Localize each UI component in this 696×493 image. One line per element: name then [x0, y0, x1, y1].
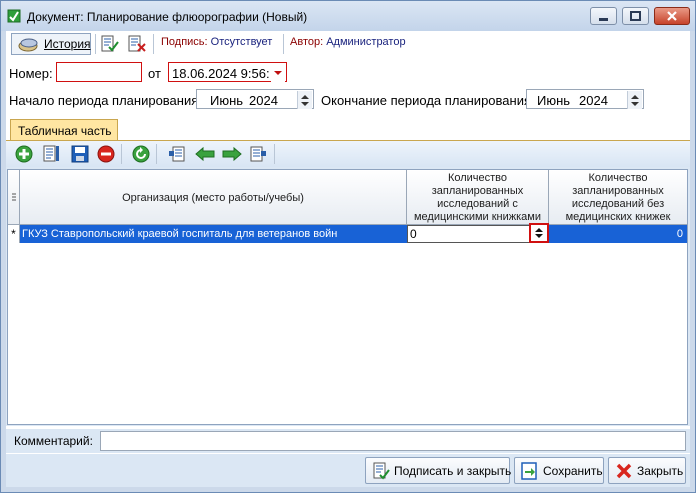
- close-icon: [667, 11, 677, 21]
- period-start-picker[interactable]: Июнь 2024: [196, 89, 314, 109]
- author-info: Автор: Администратор: [290, 36, 406, 48]
- move-right-icon-b[interactable]: [249, 145, 267, 163]
- toolbar-separator: [283, 34, 284, 54]
- arrow-right-icon[interactable]: [222, 146, 242, 162]
- toolbar-separator: [153, 34, 154, 54]
- column-header-line: исследований с: [437, 198, 518, 210]
- signature-label: Подпись:: [161, 36, 208, 48]
- document-window: Документ: Планирование флюорографии (Нов…: [0, 0, 696, 493]
- sign-document-icon: [373, 462, 390, 480]
- author-label: Автор:: [290, 36, 324, 48]
- sign-and-close-button[interactable]: Подписать и закрыть: [365, 457, 512, 484]
- toolbar-separator: [121, 144, 122, 164]
- column-header-line: Количество: [447, 172, 508, 184]
- document-toolbar: История Подпись: Отсутствует Автор: Адми…: [6, 31, 690, 57]
- maximize-button[interactable]: [622, 7, 649, 25]
- period-end-spinner[interactable]: [627, 91, 642, 109]
- table-row[interactable]: * ГКУЗ Ставропольский краевой госпиталь …: [8, 223, 687, 243]
- add-icon[interactable]: [15, 145, 33, 163]
- save-button[interactable]: Сохранить: [514, 457, 604, 484]
- window-title: Документ: Планирование флюорографии (Нов…: [27, 10, 308, 24]
- date-value: 18.06.2024 9:56:: [172, 66, 270, 81]
- table-panel: Организация (место работы/учебы) Количес…: [6, 141, 690, 426]
- table-toolbar: [6, 141, 690, 167]
- cell-with-books-editor[interactable]: 0: [407, 223, 549, 243]
- sign-and-close-label: Подписать и закрыть: [394, 464, 512, 478]
- column-header-line: запланированных: [431, 185, 524, 197]
- minimize-button[interactable]: [590, 7, 617, 25]
- remove-signature-icon[interactable]: [127, 34, 147, 54]
- close-window-button[interactable]: [654, 7, 690, 25]
- row-marker: *: [8, 225, 20, 243]
- number-input[interactable]: [56, 62, 142, 82]
- data-grid[interactable]: Организация (место работы/учебы) Количес…: [7, 169, 688, 425]
- tab-label: Табличная часть: [18, 124, 112, 138]
- spinner-arrows-icon: [535, 228, 543, 238]
- date-dropdown-button[interactable]: [271, 64, 285, 82]
- close-button[interactable]: Закрыть: [608, 457, 686, 484]
- date-input[interactable]: 18.06.2024 9:56:: [168, 62, 287, 82]
- number-label: Номер:: [9, 66, 53, 81]
- column-header-line: запланированных: [572, 185, 664, 197]
- history-button[interactable]: История: [11, 33, 91, 55]
- column-header-label: Организация (место работы/учебы): [122, 192, 304, 204]
- chevron-down-icon: [274, 71, 282, 75]
- signature-value: Отсутствует: [210, 36, 273, 48]
- toolbar-separator: [274, 144, 275, 164]
- spinner-arrows-icon: [301, 95, 309, 106]
- close-label: Закрыть: [637, 464, 684, 478]
- maximize-icon: [630, 11, 641, 21]
- row-selector-header[interactable]: [8, 170, 20, 225]
- move-left-icon-a[interactable]: [168, 145, 186, 163]
- column-header-line: медицинскими книжками: [413, 211, 541, 223]
- column-header-with-books[interactable]: Количество запланированных исследований …: [407, 170, 549, 225]
- app-icon: [7, 9, 21, 23]
- period-start-spinner[interactable]: [297, 91, 312, 109]
- minimize-icon: [599, 18, 608, 21]
- title-bar[interactable]: Документ: Планирование флюорографии (Нов…: [1, 1, 695, 31]
- refresh-icon[interactable]: [132, 145, 150, 163]
- history-label: История: [44, 37, 91, 51]
- document-content: История Подпись: Отсутствует Автор: Адми…: [6, 31, 690, 487]
- period-start-month: Июнь: [210, 93, 244, 108]
- period-end-month: Июнь: [537, 93, 571, 108]
- period-end-picker[interactable]: Июнь 2024: [526, 89, 644, 109]
- column-header-line: Количество: [588, 172, 648, 184]
- cell-without-books[interactable]: 0: [549, 225, 687, 243]
- column-header-without-books[interactable]: Количество запланированных исследований …: [549, 170, 687, 225]
- close-x-icon: [616, 463, 632, 479]
- period-start-label: Начало периода планирования:: [9, 93, 202, 108]
- comment-label: Комментарий:: [14, 434, 93, 448]
- save-label: Сохранить: [543, 464, 603, 478]
- author-value: Администратор: [326, 36, 406, 48]
- date-from-label: от: [148, 66, 161, 81]
- history-icon: [18, 38, 38, 52]
- comment-bar: Комментарий:: [6, 429, 690, 453]
- edit-icon[interactable]: [43, 144, 61, 164]
- spinner-arrows-icon: [631, 95, 639, 106]
- period-start-year: 2024: [249, 93, 278, 108]
- cell-organization[interactable]: ГКУЗ Ставропольский краевой госпиталь дл…: [22, 225, 407, 243]
- period-end-label: Окончание периода планирования:: [321, 93, 535, 108]
- button-bar: Подписать и закрыть Сохранить Закрыть: [6, 454, 690, 487]
- column-header-line: медицинских книжек: [565, 211, 671, 223]
- period-end-year: 2024: [579, 93, 608, 108]
- save-row-icon[interactable]: [71, 145, 89, 163]
- arrow-left-icon[interactable]: [195, 146, 215, 162]
- column-header-organization[interactable]: Организация (место работы/учебы): [20, 170, 407, 225]
- sign-document-icon[interactable]: [100, 34, 120, 54]
- with-books-spinner[interactable]: [529, 223, 549, 243]
- grid-menu-icon: [12, 193, 16, 201]
- delete-icon[interactable]: [97, 145, 115, 163]
- toolbar-separator: [95, 34, 96, 54]
- comment-input[interactable]: [100, 431, 686, 451]
- save-document-icon: [521, 462, 537, 480]
- with-books-value: 0: [410, 227, 417, 241]
- tab-table-part[interactable]: Табличная часть: [10, 119, 118, 141]
- toolbar-separator: [156, 144, 157, 164]
- tab-strip: Табличная часть: [6, 119, 690, 142]
- signature-status: Подпись: Отсутствует: [161, 36, 272, 48]
- column-header-line: исследований без: [571, 198, 665, 210]
